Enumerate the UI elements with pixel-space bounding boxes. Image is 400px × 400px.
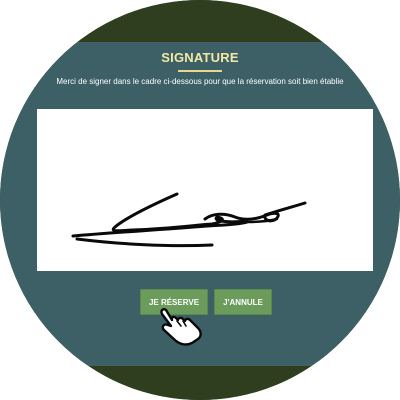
signature-dialog: SIGNATURE Merci de signer dans le cadre … xyxy=(0,42,400,366)
signature-drawing xyxy=(71,192,307,248)
top-band xyxy=(0,0,400,42)
hand-pointer-icon xyxy=(156,304,206,354)
signature-stroke xyxy=(75,237,214,248)
bottom-band xyxy=(0,366,400,400)
cancel-button[interactable]: J'ANNULE xyxy=(214,289,272,315)
circular-frame: SIGNATURE Merci de signer dans le cadre … xyxy=(0,0,400,400)
title-underline xyxy=(178,70,222,72)
dialog-title: SIGNATURE xyxy=(161,50,239,65)
signature-stroke xyxy=(111,192,179,233)
instruction-text: Merci de signer dans le cadre ci-dessous… xyxy=(56,77,344,86)
signature-pad[interactable] xyxy=(37,109,373,271)
